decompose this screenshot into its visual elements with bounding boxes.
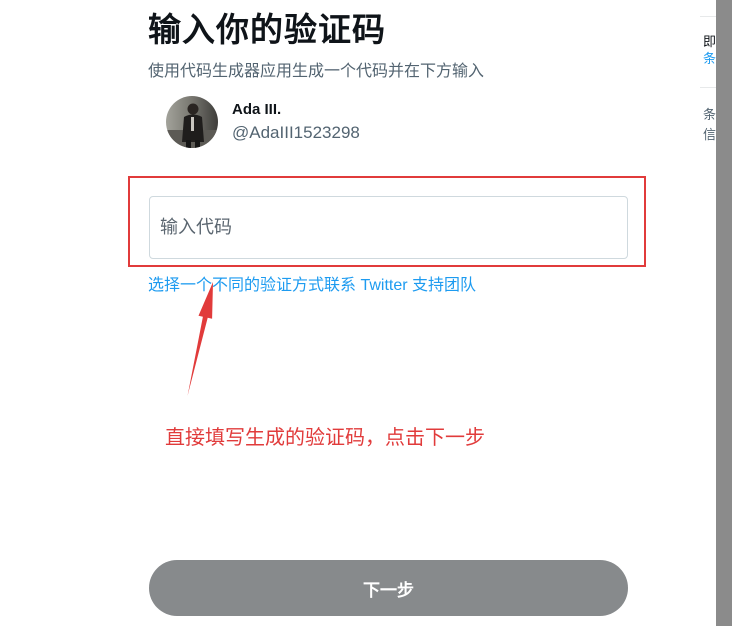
- page-subtitle: 使用代码生成器应用生成一个代码并在下方输入: [148, 63, 485, 80]
- annotation-arrow: [187, 282, 213, 396]
- sidebar-text-fragment: 信: [703, 127, 716, 142]
- arrow-icon: [187, 282, 213, 396]
- page: 输入你的验证码 使用代码生成器应用生成一个代码并在下方输入 Ada III. @…: [0, 0, 732, 626]
- avatar: [166, 96, 218, 148]
- contact-support-link[interactable]: 联系 Twitter 支持团队: [324, 277, 476, 294]
- next-button-label: 下一步: [363, 580, 414, 600]
- divider: [700, 87, 716, 88]
- annotation-note: 直接填写生成的验证码，点击下一步: [165, 427, 485, 449]
- right-column-fragment: 即 条 条 信: [700, 0, 716, 626]
- sidebar-link-fragment[interactable]: 条: [703, 51, 716, 67]
- account-name: Ada III.: [232, 101, 282, 118]
- next-button[interactable]: 下一步: [149, 560, 628, 616]
- sidebar-text-fragment: 条: [703, 107, 716, 122]
- sidebar-text-fragment: 即: [703, 34, 716, 49]
- choose-different-method-link[interactable]: 选择一个不同的验证方式: [148, 277, 324, 294]
- divider: [700, 16, 716, 17]
- account-handle: @AdaIII1523298: [232, 123, 360, 142]
- vertical-scrollbar[interactable]: [716, 0, 732, 626]
- avatar-photo: [166, 96, 218, 148]
- annotation-highlight-box: [128, 176, 646, 267]
- page-title: 输入你的验证码: [148, 11, 386, 48]
